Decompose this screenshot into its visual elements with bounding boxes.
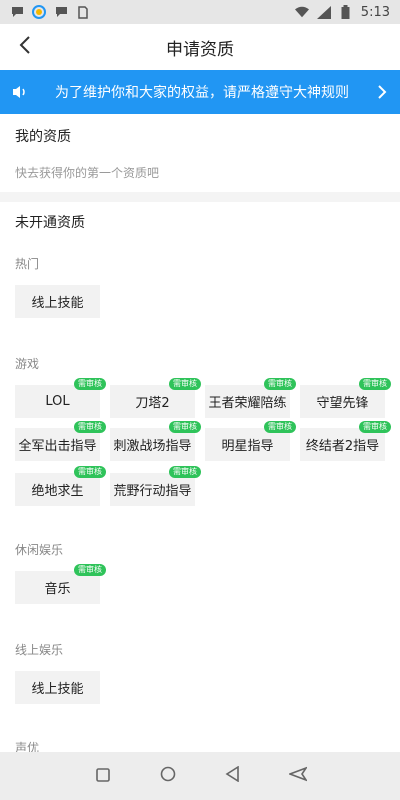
review-badge: 需审核 (169, 466, 201, 478)
review-badge: 需审核 (74, 421, 106, 433)
qualification-tag[interactable]: 线上技能 (15, 285, 100, 318)
qualification-tag[interactable]: 王者荣耀陪练 需审核 (205, 378, 296, 418)
signal-icon (316, 5, 331, 19)
tag-label: 绝地求生 (31, 484, 84, 499)
qualification-tag[interactable]: 刀塔2 需审核 (110, 378, 201, 418)
review-badge: 需审核 (359, 421, 391, 433)
tag-label: 终结者2指导 (305, 439, 380, 454)
qualification-tag[interactable]: 终结者2指导 需审核 (300, 421, 391, 461)
system-nav-bar (0, 752, 400, 800)
section-title: 我的资质 (15, 129, 71, 145)
qualification-tag[interactable]: 线上技能 (15, 671, 100, 704)
rules-banner[interactable]: 为了维护你和大家的权益，请严格遵守大神规则 (0, 70, 400, 114)
app-notification-icon (32, 5, 46, 19)
tag-label: 刺激战场指导 (113, 439, 192, 454)
section-title: 未开通资质 (15, 215, 85, 231)
empty-hint: 快去获得你的第一个资质吧 (15, 166, 160, 180)
review-badge: 需审核 (169, 421, 201, 433)
tag-label: LOL (45, 394, 70, 409)
chat-bubble-icon (10, 5, 24, 19)
qualification-tag[interactable]: LOL 需审核 (15, 378, 106, 418)
tag-label: 刀塔2 (135, 396, 170, 411)
send-arrow-icon (287, 766, 308, 786)
review-badge: 需审核 (74, 564, 106, 576)
status-indicators: 5:13 (294, 4, 390, 20)
qualification-tag[interactable]: 明星指导 需审核 (205, 421, 296, 461)
tag-label: 全军出击指导 (18, 439, 97, 454)
page-title: 申请资质 (166, 39, 234, 60)
tag-label: 守望先锋 (316, 396, 369, 411)
wifi-icon (294, 5, 309, 19)
qualification-tag[interactable]: 守望先锋 需审核 (300, 378, 391, 418)
chevron-left-icon (19, 36, 31, 58)
tag-label: 王者荣耀陪练 (208, 396, 287, 411)
app-header: 申请资质 (0, 24, 400, 70)
send-button[interactable] (283, 761, 313, 791)
battery-icon (339, 5, 353, 19)
sim-card-icon (76, 5, 90, 19)
qualification-tag[interactable]: 绝地求生 需审核 (15, 466, 106, 506)
chevron-right-icon (364, 85, 400, 99)
speaker-icon (0, 85, 40, 99)
section-divider (0, 192, 400, 202)
status-notifications (10, 5, 90, 19)
square-icon (95, 767, 110, 786)
tag-label: 荒野行动指导 (113, 484, 192, 499)
review-badge: 需审核 (74, 378, 106, 390)
triangle-back-icon (225, 765, 240, 786)
category-label-online-entertainment: 线上娱乐 (15, 643, 64, 657)
tag-label: 线上技能 (31, 682, 84, 697)
tag-label: 线上技能 (31, 296, 84, 311)
qualification-tag[interactable]: 荒野行动指导 需审核 (110, 466, 201, 506)
review-badge: 需审核 (169, 378, 201, 390)
category-label-hot: 热门 (15, 257, 40, 271)
review-badge: 需审核 (359, 378, 391, 390)
circle-icon (160, 766, 176, 786)
back-nav-button[interactable] (218, 761, 248, 791)
review-badge: 需审核 (74, 466, 106, 478)
qualification-tag[interactable]: 音乐 需审核 (15, 564, 106, 604)
tag-label: 音乐 (44, 582, 71, 597)
banner-text: 为了维护你和大家的权益，请严格遵守大神规则 (55, 85, 349, 101)
status-time: 5:13 (360, 4, 390, 20)
category-label-games: 游戏 (15, 357, 40, 371)
review-badge: 需审核 (264, 378, 296, 390)
tag-label: 明星指导 (221, 439, 274, 454)
status-bar: 5:13 (0, 0, 400, 24)
recent-apps-button[interactable] (88, 761, 118, 791)
qualification-tag[interactable]: 刺激战场指导 需审核 (110, 421, 201, 461)
qualification-tag[interactable]: 全军出击指导 需审核 (15, 421, 106, 461)
chat-bubble-icon (54, 5, 68, 19)
home-button[interactable] (153, 761, 183, 791)
review-badge: 需审核 (264, 421, 296, 433)
my-qualifications-section: 我的资质 快去获得你的第一个资质吧 (0, 114, 400, 192)
category-label-leisure: 休闲娱乐 (15, 543, 64, 557)
back-button[interactable] (10, 32, 40, 62)
